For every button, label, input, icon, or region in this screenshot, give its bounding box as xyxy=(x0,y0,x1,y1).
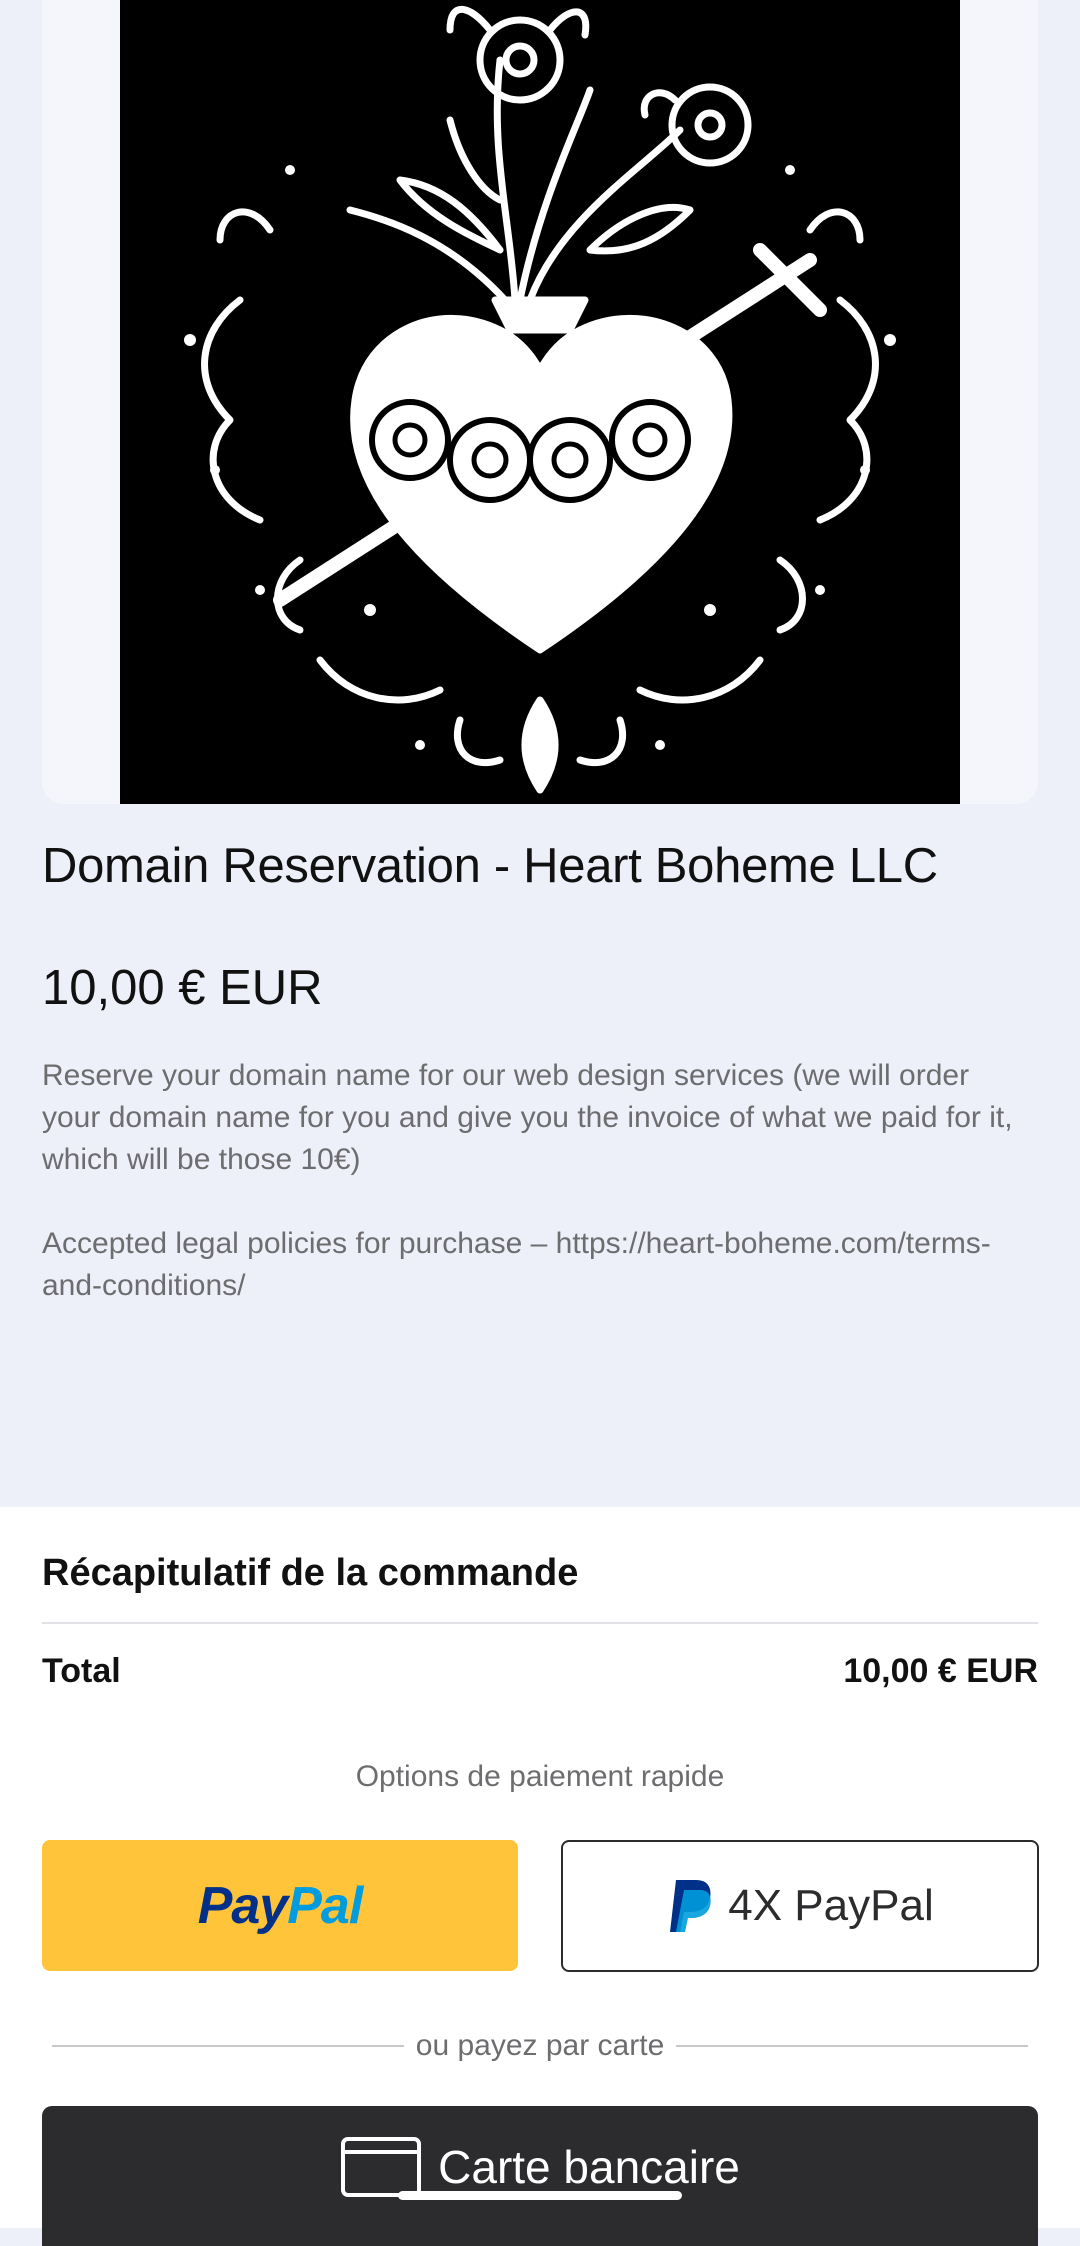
product-image xyxy=(120,0,960,804)
total-label: Total xyxy=(42,1652,121,1690)
product-title: Domain Reservation - Heart Boheme LLC xyxy=(42,839,938,893)
paypal-4x-label: 4X PayPal xyxy=(728,1881,934,1930)
sacred-heart-artwork xyxy=(120,0,960,804)
home-indicator[interactable] xyxy=(398,2191,682,2200)
express-checkout-label: Options de paiement rapide xyxy=(355,1760,725,1793)
divider-line-right xyxy=(676,2045,1029,2047)
card-button-label: Carte bancaire xyxy=(438,2141,740,2193)
product-image-frame xyxy=(42,0,1038,804)
summary-divider xyxy=(42,1622,1038,1624)
or-pay-by-card-text: ou payez par carte xyxy=(415,2029,665,2062)
product-description-block: Reserve your domain name for our web des… xyxy=(42,1055,1032,1307)
summary-title: Récapitulatif de la commande xyxy=(42,1552,579,1594)
paypal-wordmark-pay: Pay xyxy=(197,1876,289,1935)
paypal-button[interactable]: PayPal xyxy=(42,1840,518,1971)
product-section: Domain Reservation - Heart Boheme LLC 10… xyxy=(0,0,1080,1507)
total-value: 10,00 € EUR xyxy=(843,1652,1038,1690)
paypal-wordmark-pal: Pal xyxy=(287,1876,363,1935)
credit-card-icon xyxy=(341,2137,422,2197)
paypal-p-icon xyxy=(670,1880,711,1932)
card-button-content: Carte bancaire xyxy=(340,2136,740,2198)
product-policies: Accepted legal policies for purchase – h… xyxy=(42,1227,991,1302)
divider-line-left xyxy=(52,2045,404,2047)
product-description: Reserve your domain name for our web des… xyxy=(42,1059,1013,1176)
product-price: 10,00 € EUR xyxy=(42,961,323,1015)
or-pay-by-card-divider: ou payez par carte xyxy=(52,2026,1029,2066)
paypal-wordmark: PayPal xyxy=(197,1876,364,1936)
order-summary: Récapitulatif de la commande Total 10,00… xyxy=(0,1507,1080,2246)
paypal-4x-button[interactable]: 4X PayPal xyxy=(561,1840,1039,1972)
card-payment-button[interactable]: Carte bancaire xyxy=(42,2106,1038,2246)
